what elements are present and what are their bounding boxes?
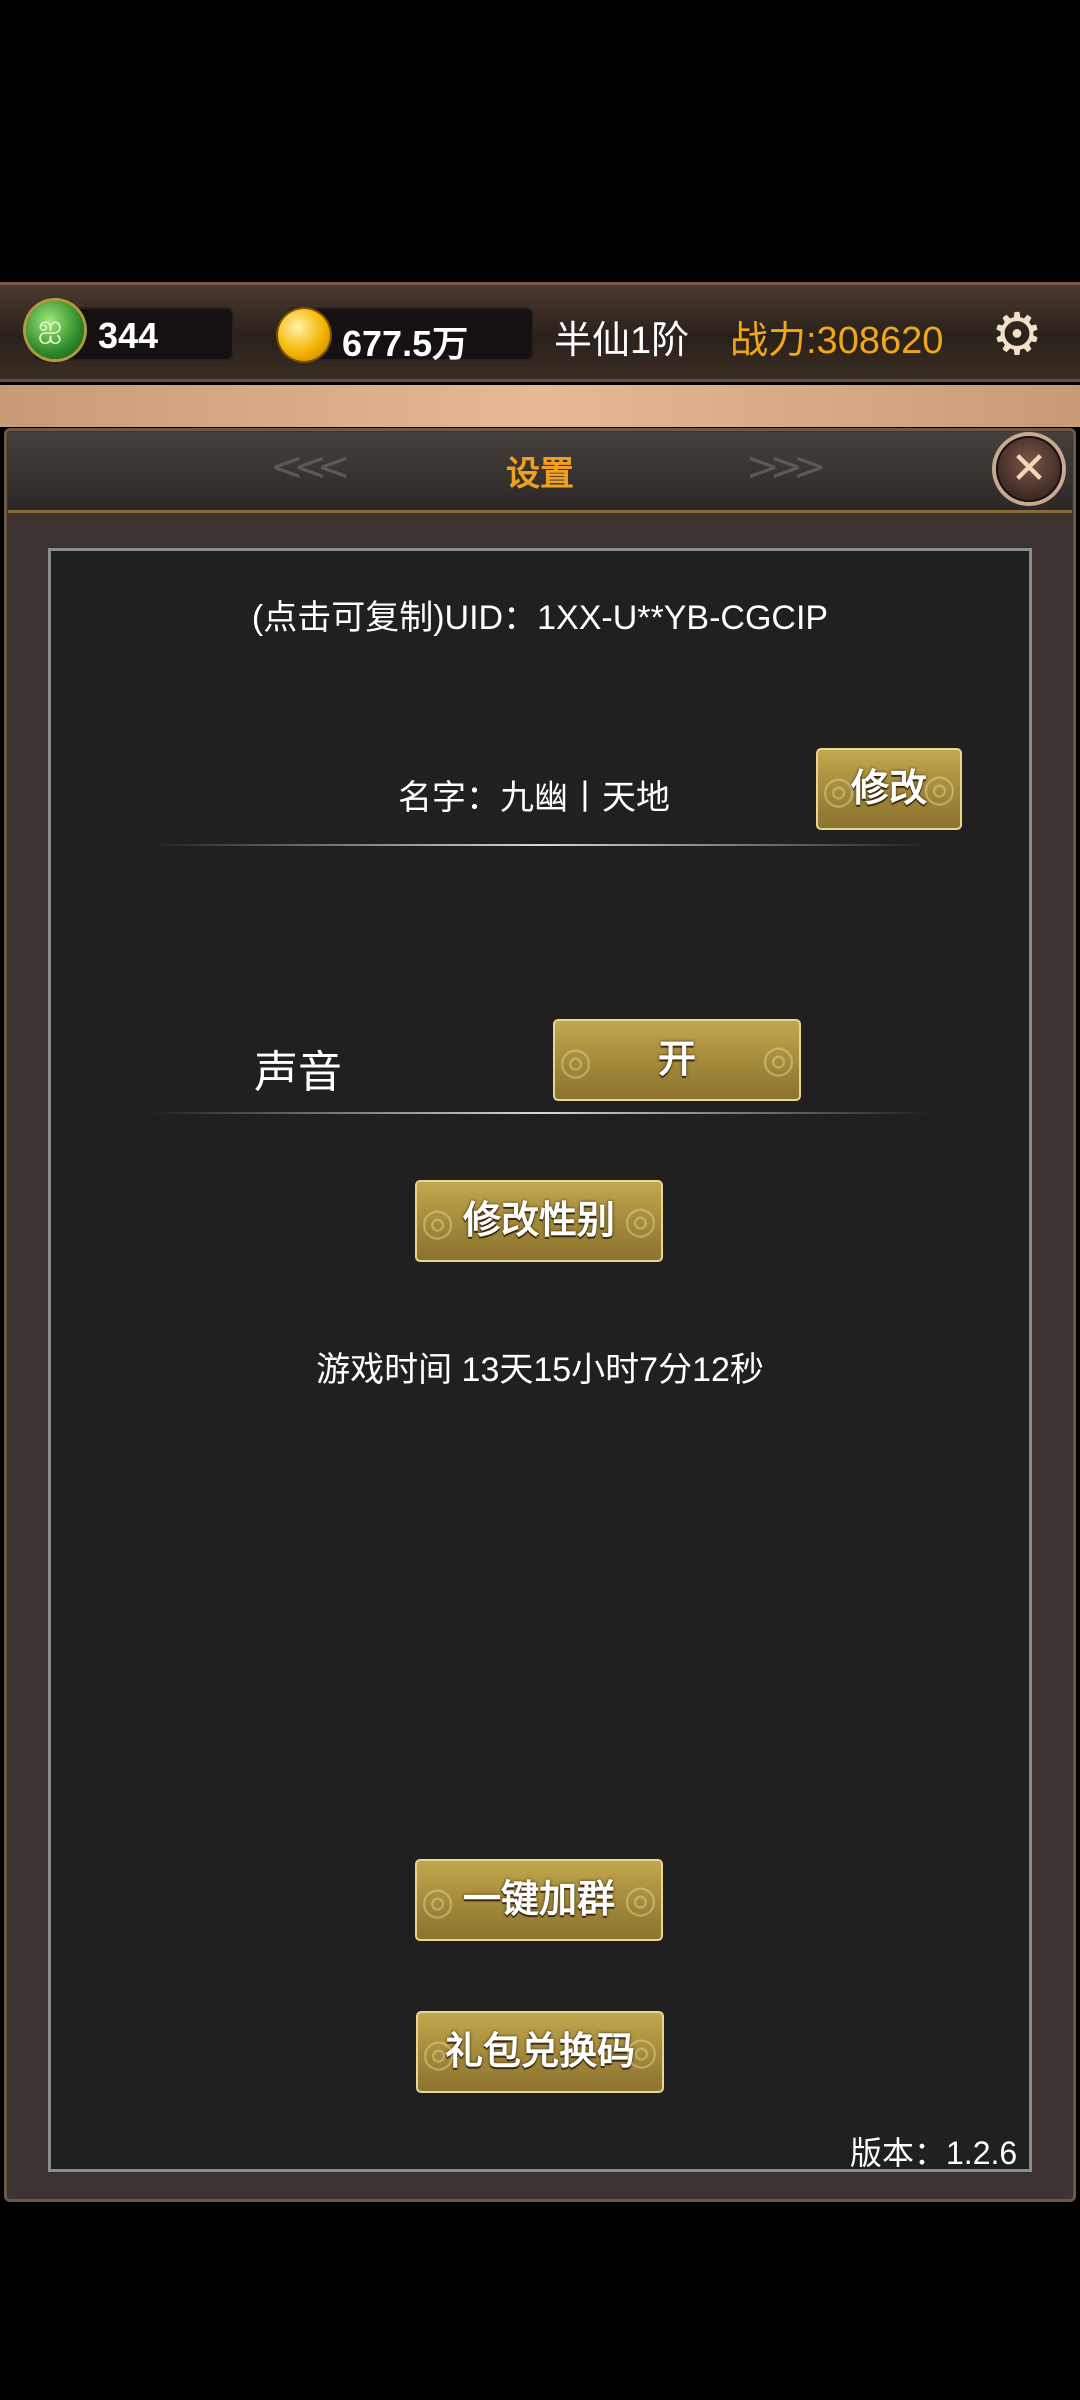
rename-button[interactable]: 修改: [816, 748, 962, 830]
gold-coin-icon: [278, 309, 330, 361]
panel-title: 设置: [506, 454, 574, 494]
player-name: 名字：九幽丨天地: [398, 779, 670, 817]
panel-header: <<< 设置 >>>: [8, 432, 1072, 513]
jade-currency-icon: [26, 301, 84, 359]
close-icon[interactable]: ✕: [996, 436, 1062, 502]
divider: [150, 1112, 930, 1114]
sound-toggle-button[interactable]: 开: [553, 1019, 801, 1101]
rank-label: 半仙1阶: [554, 320, 690, 362]
gear-icon[interactable]: ⚙: [986, 303, 1048, 365]
power-label: 战力:308620: [730, 320, 944, 362]
divider: [150, 844, 930, 846]
gold-amount: 677.5万: [342, 323, 469, 364]
jade-count: 344: [98, 315, 159, 356]
version-label: 版本：1.2.6: [850, 2135, 1018, 2171]
change-gender-button[interactable]: 修改性别: [415, 1180, 663, 1262]
gift-code-button[interactable]: 礼包兑换码: [416, 2011, 664, 2093]
sound-label: 声音: [254, 1048, 342, 1097]
uid-copy-text[interactable]: (点击可复制)UID：1XX-U**YB-CGCIP: [0, 590, 1080, 639]
top-resource-bar: 344 677.5万 半仙1阶 战力:308620 ⚙: [0, 282, 1080, 382]
join-group-button[interactable]: 一键加群: [415, 1859, 663, 1941]
play-time: 游戏时间 13天15小时7分12秒: [316, 1351, 764, 1389]
ornament-right-icon: >>>: [746, 444, 826, 490]
decorative-strip: [0, 385, 1080, 427]
